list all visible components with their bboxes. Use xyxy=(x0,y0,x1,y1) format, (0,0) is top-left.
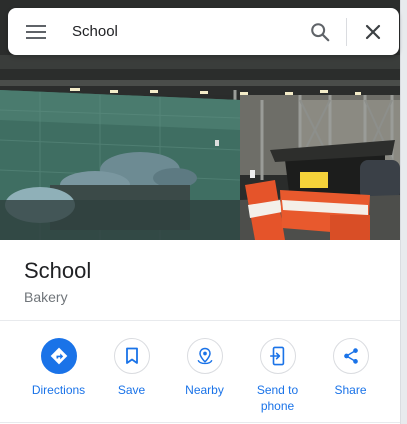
send-to-phone-button[interactable]: Send to phone xyxy=(241,338,314,414)
send-to-phone-label: Send to phone xyxy=(243,382,313,414)
send-to-phone-label-line1: Send to xyxy=(256,383,299,397)
clear-search-button[interactable] xyxy=(353,12,393,52)
search-icon xyxy=(311,22,330,41)
send-to-phone-button-circle[interactable] xyxy=(259,338,296,374)
bottom-divider xyxy=(0,422,400,423)
directions-button[interactable]: Directions xyxy=(22,338,95,414)
send-to-phone-label-line2: phone xyxy=(260,399,295,413)
menu-button[interactable] xyxy=(8,8,64,55)
nearby-icon xyxy=(197,347,212,365)
section-divider xyxy=(0,320,400,321)
save-label: Save xyxy=(117,383,146,397)
place-category[interactable]: Bakery xyxy=(24,288,91,306)
close-icon xyxy=(365,24,381,39)
share-icon xyxy=(343,348,358,364)
save-button-circle[interactable] xyxy=(113,338,150,374)
share-button[interactable]: Share xyxy=(314,338,387,414)
save-button[interactable]: Save xyxy=(95,338,168,414)
nearby-label: Nearby xyxy=(185,383,224,397)
search-button[interactable] xyxy=(300,12,340,52)
search-input[interactable] xyxy=(64,11,300,52)
directions-label: Directions xyxy=(31,383,86,397)
scrollbar-track[interactable] xyxy=(400,0,407,424)
share-label: Share xyxy=(334,383,367,397)
bookmark-icon xyxy=(125,347,138,364)
directions-icon xyxy=(50,347,67,365)
share-button-circle[interactable] xyxy=(332,338,369,374)
nearby-button-circle[interactable] xyxy=(186,338,223,374)
nearby-button[interactable]: Nearby xyxy=(168,338,241,414)
place-title: School xyxy=(24,258,92,283)
place-header: School Bakery xyxy=(24,258,91,306)
action-bar: Directions Save Nearby Send to phone Sha… xyxy=(22,338,392,414)
search-box xyxy=(8,8,399,55)
hamburger-menu-icon xyxy=(26,24,46,39)
send-to-phone-icon xyxy=(269,346,284,366)
search-divider xyxy=(346,17,347,46)
directions-button-circle[interactable] xyxy=(40,338,77,374)
